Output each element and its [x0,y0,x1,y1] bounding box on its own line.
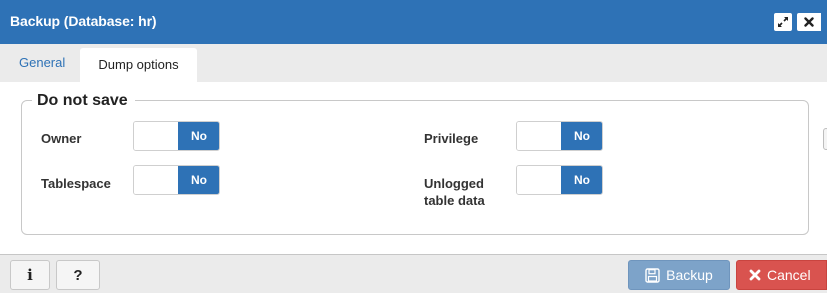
unlogged-label-line2: table data [424,193,485,208]
dialog-footer: i ? Backup Cancel [0,254,827,293]
tab-strip: General Dump options [0,44,827,82]
maximize-button[interactable] [774,13,792,31]
toggle-off-area[interactable] [134,166,178,194]
toggle-off-area[interactable] [517,122,561,150]
toggle-no-button[interactable]: No [178,166,219,194]
floppy-disk-icon [645,267,660,283]
help-button[interactable]: ? [56,260,100,290]
privilege-toggle[interactable]: No [516,121,603,151]
cancel-button[interactable]: Cancel [736,260,827,290]
backup-dialog: Backup (Database: hr) General Dump optio… [0,0,827,293]
info-icon: i [27,266,33,284]
tablespace-label: Tablespace [41,176,111,191]
info-button[interactable]: i [10,260,50,290]
close-button[interactable] [797,13,821,31]
tablespace-toggle[interactable]: No [133,165,220,195]
toggle-off-area[interactable] [134,122,178,150]
dialog-title: Backup (Database: hr) [10,13,157,29]
toggle-no-button[interactable]: No [561,166,602,194]
owner-toggle[interactable]: No [133,121,220,151]
backup-button[interactable]: Backup [628,260,730,290]
unlogged-table-data-label: Unlogged table data [424,175,485,209]
toggle-off-area[interactable] [517,166,561,194]
tab-general[interactable]: General [11,44,79,82]
cancel-label: Cancel [767,267,811,283]
close-icon [804,17,814,27]
privilege-label: Privilege [424,131,479,146]
dialog-titlebar[interactable]: Backup (Database: hr) [0,0,827,44]
backup-label: Backup [666,267,713,283]
toggle-no-button[interactable]: No [561,122,602,150]
tab-dump-options[interactable]: Dump options [80,48,197,82]
toggle-no-button[interactable]: No [178,122,219,150]
fieldset-legend: Do not save [32,91,135,111]
expand-arrows-icon [778,17,788,27]
unlogged-label-line1: Unlogged [424,176,484,191]
owner-label: Owner [41,131,82,146]
help-icon: ? [73,266,83,284]
scrollbar-handle[interactable] [823,128,827,150]
unlogged-table-data-toggle[interactable]: No [516,165,603,195]
x-icon [749,269,761,281]
